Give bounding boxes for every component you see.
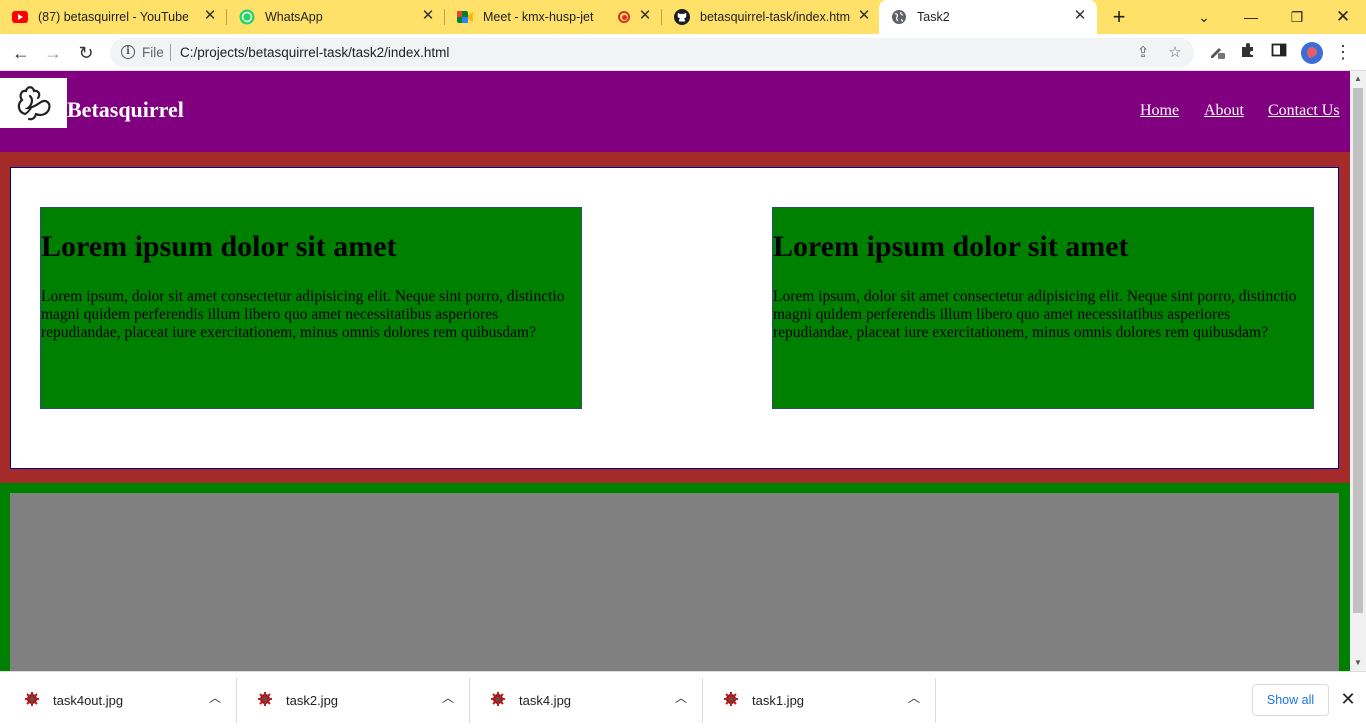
scrollbar-thumb[interactable] — [1353, 88, 1363, 613]
tab-google-meet[interactable]: Meet - kmx-husp-jet ✕ — [445, 0, 662, 34]
site-header: Betasquirrel Home About Contact Us — [0, 71, 1350, 152]
tab-whatsapp[interactable]: WhatsApp ✕ — [227, 0, 445, 34]
url-scheme: File — [142, 45, 164, 60]
download-filename: task4out.jpg — [53, 693, 124, 708]
site-brand[interactable]: Betasquirrel — [67, 97, 184, 123]
youtube-icon — [12, 9, 28, 25]
google-meet-icon — [457, 9, 473, 25]
tab-github[interactable]: betasquirrel-task/index.html ✕ — [662, 0, 878, 34]
chevron-up-icon[interactable]: ︿ — [673, 690, 689, 706]
download-item[interactable]: task2.jpg ︿ — [237, 678, 470, 723]
secondary-section — [0, 483, 1350, 671]
tab-title: Meet - kmx-husp-jet — [483, 10, 594, 24]
card: Lorem ipsum dolor sit amet Lorem ipsum, … — [40, 207, 582, 409]
download-item[interactable]: task1.jpg ︿ — [703, 678, 936, 723]
new-tab-button[interactable]: + — [1109, 6, 1129, 28]
tab-youtube[interactable]: (87) betasquirrel - YouTube ✕ — [0, 0, 227, 34]
bookmark-star-icon[interactable]: ☆ — [1166, 44, 1184, 62]
scroll-up-arrow-icon[interactable]: ▲ — [1353, 74, 1363, 84]
close-tab-icon[interactable]: ✕ — [202, 8, 218, 24]
squirrel-logo-icon[interactable] — [0, 78, 67, 128]
card-heading: Lorem ipsum dolor sit amet — [41, 230, 397, 263]
image-file-icon — [24, 691, 40, 707]
card-heading: Lorem ipsum dolor sit amet — [773, 230, 1129, 263]
card: Lorem ipsum dolor sit amet Lorem ipsum, … — [772, 207, 1314, 409]
close-tab-icon[interactable]: ✕ — [637, 8, 653, 24]
browser-toolbar: ← → ↻ i File C:/projects/betasquirrel-ta… — [0, 34, 1366, 71]
download-filename: task4.jpg — [519, 693, 572, 708]
menu-kebab-icon[interactable]: ⋮ — [1333, 42, 1353, 62]
content-section: Lorem ipsum dolor sit amet Lorem ipsum, … — [0, 152, 1350, 483]
gray-panel — [10, 493, 1339, 671]
image-file-icon — [257, 691, 273, 707]
forward-button[interactable]: → — [41, 41, 65, 65]
download-item[interactable]: task4.jpg ︿ — [470, 678, 703, 723]
profile-avatar[interactable] — [1301, 42, 1323, 64]
nav-about-link[interactable]: About — [1204, 102, 1244, 120]
show-all-downloads-button[interactable]: Show all — [1252, 684, 1329, 716]
url-text[interactable]: C:/projects/betasquirrel-task/task2/inde… — [180, 45, 449, 60]
whatsapp-icon — [239, 9, 255, 25]
close-tab-icon[interactable]: ✕ — [420, 8, 436, 24]
back-button[interactable]: ← — [9, 41, 33, 65]
tab-search-chevron-icon[interactable]: ⌄ — [1192, 5, 1216, 29]
chevron-up-icon[interactable]: ︿ — [207, 690, 223, 706]
tab-title: (87) betasquirrel - YouTube — [38, 10, 188, 24]
github-icon — [674, 9, 690, 25]
tab-title: WhatsApp — [265, 10, 323, 24]
chevron-up-icon[interactable]: ︿ — [906, 690, 922, 706]
card-body: Lorem ipsum, dolor sit amet consectetur … — [41, 288, 565, 341]
nav-contact-link[interactable]: Contact Us — [1268, 102, 1340, 120]
side-panel-icon[interactable] — [1269, 42, 1289, 62]
extension-pencil-icon[interactable] — [1207, 42, 1227, 62]
globe-icon — [891, 9, 907, 25]
page-viewport: Betasquirrel Home About Contact Us Lorem… — [0, 71, 1350, 671]
download-shelf: task4out.jpg ︿ task2.jpg ︿ task4.jpg ︿ t… — [0, 671, 1366, 728]
close-tab-icon[interactable]: ✕ — [856, 8, 872, 24]
tab-task2[interactable]: Task2 ✕ — [879, 0, 1097, 34]
tab-title: betasquirrel-task/index.html — [700, 10, 850, 24]
cards-container: Lorem ipsum dolor sit amet Lorem ipsum, … — [10, 167, 1339, 469]
download-filename: task1.jpg — [752, 693, 805, 708]
chevron-up-icon[interactable]: ︿ — [440, 690, 456, 706]
restore-button[interactable]: ❐ — [1285, 5, 1309, 29]
address-bar[interactable]: i File C:/projects/betasquirrel-task/tas… — [110, 38, 1194, 67]
extensions-puzzle-icon[interactable] — [1238, 42, 1258, 62]
image-file-icon — [723, 691, 739, 707]
minimize-button[interactable]: — — [1239, 5, 1263, 29]
share-icon[interactable]: ⇪ — [1134, 44, 1152, 62]
tab-strip: (87) betasquirrel - YouTube ✕ WhatsApp ✕… — [0, 0, 1366, 34]
card-body: Lorem ipsum, dolor sit amet consectetur … — [773, 288, 1297, 341]
divider — [170, 44, 171, 61]
download-item[interactable]: task4out.jpg ︿ — [4, 678, 237, 723]
nav-home-link[interactable]: Home — [1140, 102, 1179, 120]
scroll-down-arrow-icon[interactable]: ▼ — [1353, 658, 1363, 668]
tab-title: Task2 — [917, 10, 950, 24]
site-info-icon[interactable]: i — [121, 45, 135, 59]
page-scrollbar[interactable]: ▲ ▼ — [1350, 71, 1366, 671]
close-window-button[interactable]: ✕ — [1331, 5, 1355, 29]
recording-indicator-icon — [618, 11, 630, 23]
image-file-icon — [490, 691, 506, 707]
reload-button[interactable]: ↻ — [74, 41, 98, 65]
close-download-shelf-icon[interactable]: ✕ — [1338, 689, 1358, 709]
download-filename: task2.jpg — [286, 693, 339, 708]
close-tab-icon[interactable]: ✕ — [1072, 8, 1088, 24]
